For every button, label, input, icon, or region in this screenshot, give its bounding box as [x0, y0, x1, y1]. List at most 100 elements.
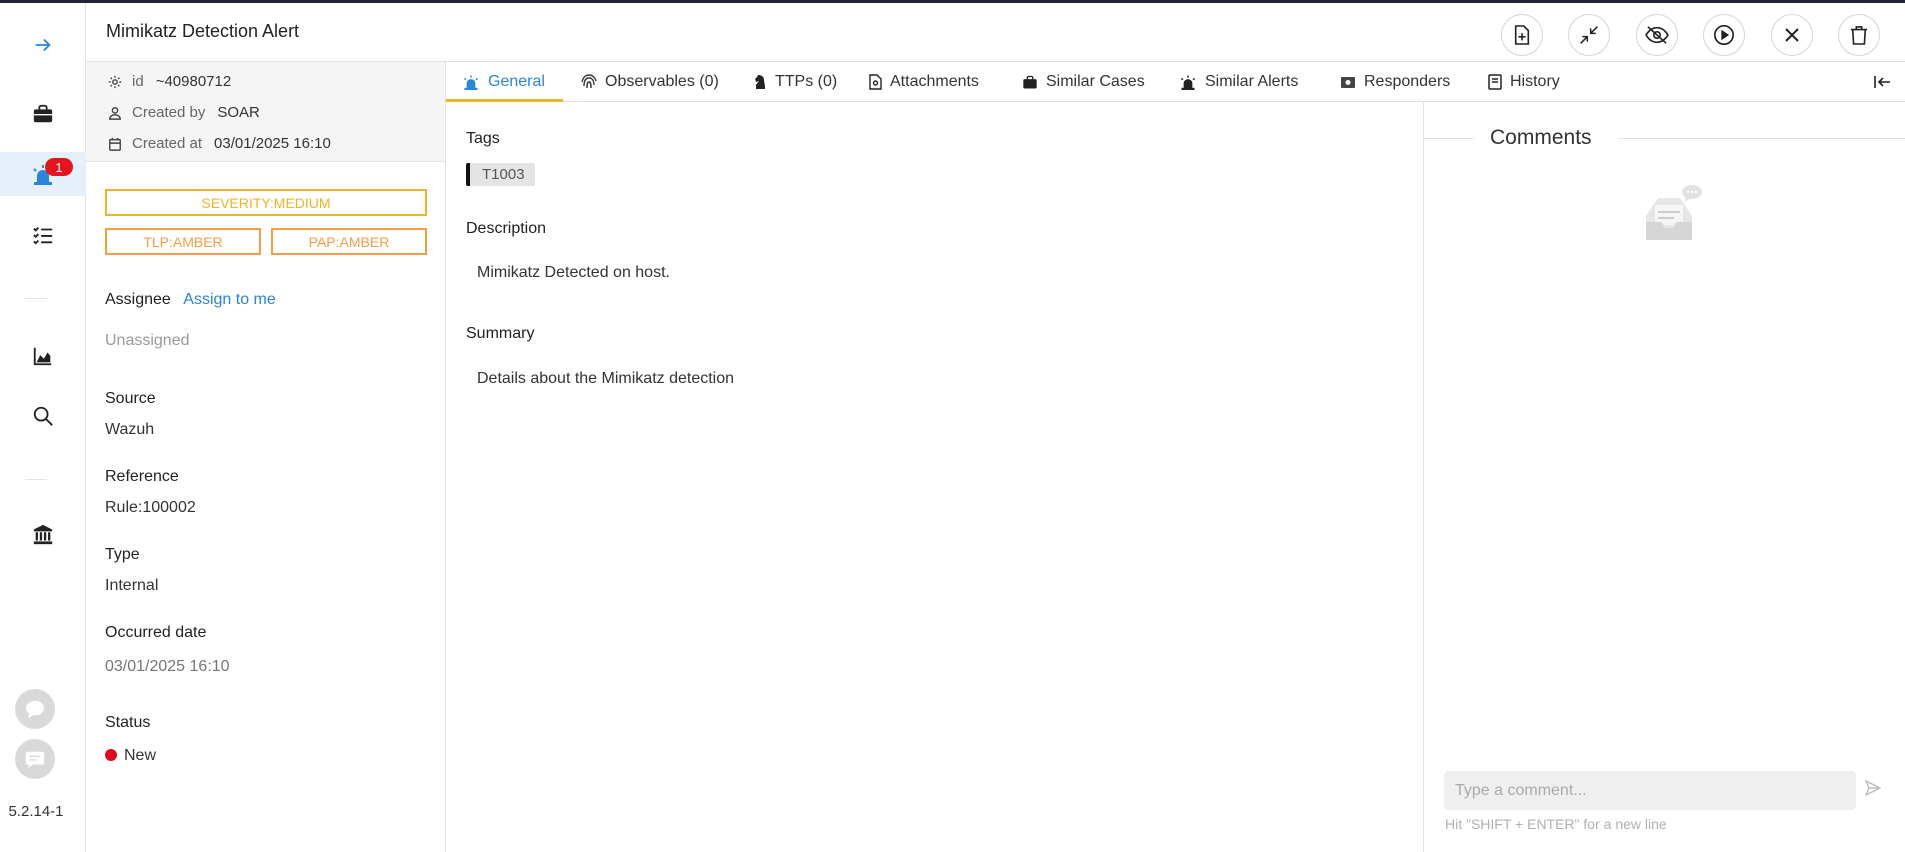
tab-responders[interactable]: Responders — [1340, 62, 1450, 102]
play-circle-icon — [1714, 25, 1734, 45]
nav-cases[interactable] — [0, 92, 86, 136]
siren-icon — [1180, 75, 1196, 90]
assign-to-me-link[interactable]: Assign to me — [183, 291, 275, 308]
nav-divider — [25, 298, 47, 299]
alert-details-panel: id ~40980712 Created by SOAR Created at … — [86, 62, 446, 852]
expand-nav-button[interactable] — [0, 23, 86, 67]
alert-header: Mimikatz Detection Alert — [86, 3, 1905, 62]
created-by-label: Created by — [132, 104, 206, 121]
id-label: id — [132, 73, 144, 90]
arrow-right-icon — [35, 38, 51, 52]
messages-button[interactable] — [15, 739, 55, 779]
comments-panel: Comments Hit "SHIFT + ENTER" for a new l… — [1424, 102, 1905, 852]
calendar-icon — [109, 137, 121, 151]
message-icon — [25, 751, 45, 769]
id-value: ~40980712 — [155, 73, 232, 90]
ignore-button[interactable] — [1636, 14, 1678, 56]
status-label: Status — [105, 714, 151, 731]
gear-icon — [108, 75, 122, 88]
fingerprint-icon — [581, 74, 597, 89]
collapse-panel-button[interactable] — [1873, 62, 1891, 102]
summary-text: Details about the Mimikatz detection — [477, 370, 735, 387]
tab-general[interactable]: General — [462, 62, 545, 102]
header-rule — [1618, 138, 1905, 139]
tab-history[interactable]: History — [1488, 62, 1560, 102]
close-button[interactable] — [1771, 14, 1813, 56]
tags-label: Tags — [466, 130, 500, 147]
tab-history-label: History — [1510, 73, 1560, 90]
tab-general-label: General — [488, 73, 545, 90]
search-icon — [33, 406, 53, 426]
status-dot — [105, 749, 117, 761]
area-chart-icon — [33, 347, 52, 366]
comment-hint: Hit "SHIFT + ENTER" for a new line — [1445, 816, 1667, 832]
status-value: New — [105, 747, 156, 765]
source-value: Wazuh — [105, 421, 155, 438]
alerts-count-badge: 1 — [45, 158, 73, 176]
header-rule — [1424, 138, 1474, 139]
comments-title: Comments — [1490, 126, 1592, 149]
created-by-value: SOAR — [217, 104, 260, 121]
tab-similar-cases[interactable]: Similar Cases — [1022, 62, 1145, 102]
general-panel: Tags T1003 Description Mimikatz Detected… — [446, 102, 1424, 852]
camera-box-icon — [1341, 77, 1355, 88]
tlp-badge: TLP:AMBER — [105, 228, 261, 255]
chat-bot-button[interactable] — [15, 689, 55, 729]
type-label: Type — [105, 546, 140, 563]
meta-created-by: Created by SOAR — [86, 97, 445, 128]
send-comment-button[interactable] — [1864, 779, 1882, 801]
tab-ttps[interactable]: TTPs (0) — [753, 62, 837, 102]
chat-bubble-icon — [25, 700, 45, 719]
reference-value: Rule:100002 — [105, 499, 196, 516]
alert-meta: id ~40980712 Created by SOAR Created at … — [86, 62, 445, 162]
meta-id: id ~40980712 — [86, 66, 445, 97]
nav-organisation[interactable] — [0, 513, 86, 557]
user-icon — [109, 106, 121, 120]
eye-off-icon — [1645, 26, 1669, 44]
book-icon — [1488, 74, 1502, 90]
file-plus-icon — [1514, 25, 1530, 45]
bank-icon — [33, 524, 53, 545]
briefcase-icon — [1023, 75, 1037, 88]
tab-ttps-label: TTPs (0) — [775, 73, 838, 90]
pap-badge: PAP:AMBER — [271, 228, 427, 255]
description-label: Description — [466, 220, 547, 237]
comment-input[interactable] — [1444, 771, 1856, 810]
add-to-case-button[interactable] — [1501, 14, 1543, 56]
left-navigation: 1 5.2.14-1 — [0, 3, 86, 852]
tab-observables-label: Observables (0) — [605, 73, 719, 90]
tab-attachments-label: Attachments — [890, 73, 979, 90]
nav-dashboards[interactable] — [0, 334, 86, 378]
empty-comments-illustration — [1634, 182, 1704, 255]
empty-inbox-icon — [1646, 185, 1702, 240]
reference-label: Reference — [105, 468, 179, 485]
nav-alerts[interactable]: 1 — [0, 152, 86, 196]
description-text: Mimikatz Detected on host. — [477, 264, 670, 281]
file-icon — [869, 74, 882, 90]
tab-similar-alerts[interactable]: Similar Alerts — [1179, 62, 1298, 102]
assignee-label-text: Assignee — [105, 291, 171, 308]
run-button[interactable] — [1703, 14, 1745, 56]
source-label: Source — [105, 390, 156, 407]
nav-search[interactable] — [0, 394, 86, 438]
status-text: New — [124, 747, 157, 764]
merge-button[interactable] — [1568, 14, 1610, 56]
tab-observables[interactable]: Observables (0) — [581, 62, 719, 102]
meta-created-at: Created at 03/01/2025 16:10 — [86, 128, 445, 159]
tag-chip[interactable]: T1003 — [466, 163, 535, 186]
briefcase-icon — [33, 104, 53, 123]
occurred-date-value: 03/01/2025 16:10 — [105, 658, 230, 675]
checklist-icon — [33, 227, 53, 245]
delete-button[interactable] — [1838, 14, 1880, 56]
siren-icon — [463, 75, 479, 90]
chess-knight-icon — [755, 75, 765, 89]
close-icon — [1785, 28, 1799, 42]
tab-responders-label: Responders — [1364, 73, 1451, 90]
trash-icon — [1850, 26, 1868, 45]
created-at-value: 03/01/2025 16:10 — [214, 135, 331, 152]
occurred-date-label: Occurred date — [105, 624, 207, 641]
nav-tasks[interactable] — [0, 213, 86, 257]
severity-badge: SEVERITY:MEDIUM — [105, 189, 427, 216]
compress-arrows-icon — [1580, 26, 1598, 44]
tab-attachments[interactable]: Attachments — [869, 62, 979, 102]
